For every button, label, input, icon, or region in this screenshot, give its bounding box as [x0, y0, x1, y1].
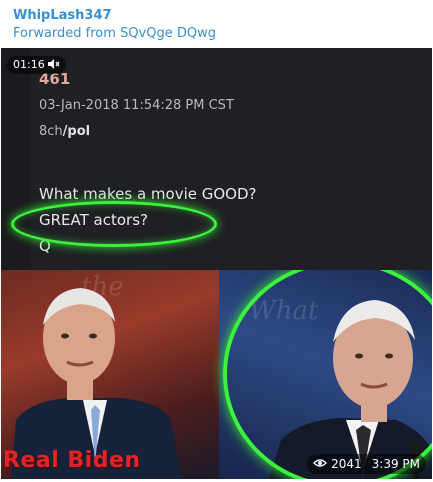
post-line-1: What makes a movie GOOD?	[39, 185, 257, 203]
video-player[interactable]: 461 03-Jan-2018 11:54:28 PM CST 8ch/pol …	[1, 48, 432, 479]
forwarded-source[interactable]: SQvQge DQwg	[120, 26, 216, 41]
post-board-prefix: 8ch	[39, 124, 63, 139]
eye-icon	[313, 454, 328, 474]
post-board-name: /pol	[62, 124, 91, 139]
view-count: 2041	[331, 457, 362, 471]
speaker-muted-icon[interactable]	[48, 58, 60, 71]
backdrop-text-left: the	[81, 272, 124, 302]
message-bubble: WhipLash347 Forwarded from SQvQge DQwg 4…	[0, 0, 433, 482]
post-date: 03-Jan-2018 11:54:28 PM CST	[39, 98, 234, 113]
video-frame-photo: the What Real Biden 2041 3:39 PM	[1, 270, 432, 479]
highlight-circle	[11, 201, 217, 247]
sender-name[interactable]: WhipLash347	[13, 7, 216, 25]
post-board: 8ch/pol	[39, 124, 90, 139]
video-duration-badge[interactable]: 01:16	[7, 56, 67, 74]
forwarded-from[interactable]: Forwarded from SQvQge DQwg	[13, 25, 216, 43]
highlight-circle-face	[223, 270, 432, 479]
video-duration: 01:16	[13, 58, 45, 71]
caption-real-biden: Real Biden	[3, 448, 141, 473]
forwarded-prefix: Forwarded from	[13, 26, 116, 41]
message-time: 3:39 PM	[371, 457, 420, 471]
message-meta: 2041 3:39 PM	[307, 454, 426, 474]
message-header: WhipLash347 Forwarded from SQvQge DQwg	[13, 7, 216, 43]
post-screenshot: 461 03-Jan-2018 11:54:28 PM CST 8ch/pol …	[1, 48, 432, 270]
